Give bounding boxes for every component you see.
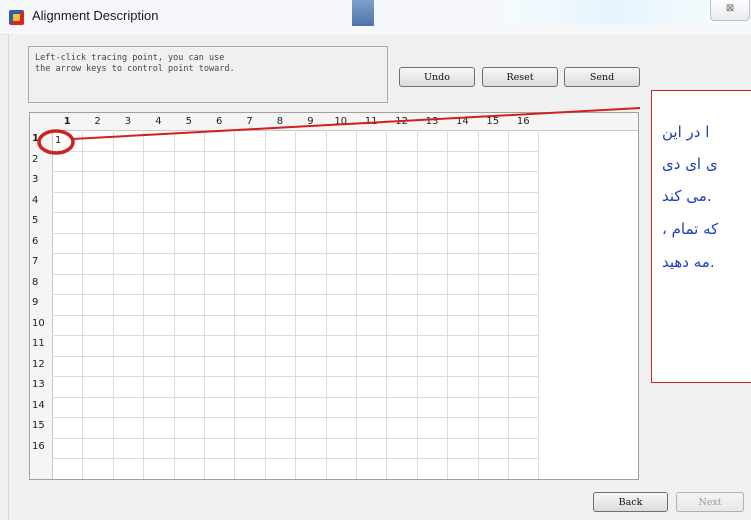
grid-column-line: [416, 130, 418, 479]
grid-column-line: [477, 130, 479, 479]
column-header-cell: 4: [155, 116, 162, 127]
callout-line: می کند.: [662, 187, 712, 205]
row-header-cell: 8: [32, 276, 39, 288]
row-header-cell: 4: [32, 194, 39, 206]
row-header-cell: 16: [32, 440, 45, 452]
column-header-cell: 7: [246, 116, 253, 127]
row-header-cell: 1: [32, 133, 39, 144]
grid-row-line: [52, 417, 539, 418]
grid-row-line: [52, 191, 539, 193]
callout-line: ا در این: [662, 123, 710, 141]
grid-column-line: [325, 130, 327, 479]
grid-column-line: [82, 130, 84, 479]
row-header-cell: 2: [32, 153, 39, 165]
column-header-cell: 2: [94, 116, 101, 127]
title-bar: Alignment Description ⊠: [0, 0, 751, 35]
row-header-cell: 7: [32, 256, 39, 267]
column-header-cell: 3: [124, 116, 132, 127]
instruction-line: the arrow keys to control point toward.: [35, 64, 235, 74]
undo-button[interactable]: Undo: [399, 67, 475, 87]
grid-row-line: [52, 232, 539, 234]
grid-row-line: [52, 314, 539, 316]
row-header-cell: 10: [32, 317, 45, 329]
point-grid[interactable]: 1 2 3 4 5 6 7 8 9 10 11 12 13 14 15 16 1 2 3 4 5 6 7 8 9 10 11 12 1…: [29, 112, 639, 480]
column-header-cell: 9: [307, 116, 314, 127]
callout-line: ی ای دی: [662, 155, 718, 173]
grid-column-line: [264, 130, 266, 479]
annotation-callout: ا در این ی ای دی می کند. ، که تمام مه ده…: [651, 90, 751, 383]
grid-column-line: [447, 130, 449, 479]
column-header-cell: 13: [425, 116, 439, 127]
callout-line: مه دهید.: [662, 253, 715, 271]
grid-column-line: [508, 130, 509, 479]
grid-row-line: [52, 396, 539, 398]
back-button[interactable]: Back: [593, 492, 668, 512]
app-icon: [9, 10, 24, 25]
grid-column-line: [173, 130, 175, 479]
row-header-cell: 13: [32, 379, 45, 390]
send-button[interactable]: Send: [564, 67, 640, 87]
column-header-cell: 8: [276, 116, 284, 127]
grid-column-line: [204, 130, 205, 479]
window-title: Alignment Description: [32, 8, 159, 23]
grid-row-line: [52, 355, 539, 357]
instructions-box: Left-click tracing point, you can use th…: [28, 46, 388, 103]
grid-column-line: [143, 130, 145, 479]
row-header-cell: 9: [32, 297, 39, 308]
row-header-cell: 5: [32, 215, 39, 226]
row-header-cell: 6: [32, 235, 39, 247]
grid-row-line: [52, 150, 539, 152]
column-header-cell: 15: [486, 116, 500, 127]
grid-column-line: [356, 130, 357, 479]
row-header-cell: 15: [32, 420, 45, 431]
grid-row-line: [52, 335, 539, 336]
instruction-line: Left-click tracing point, you can use: [35, 53, 225, 63]
grid-row-line: [52, 171, 539, 172]
cell-value[interactable]: 1: [55, 135, 61, 146]
column-header-cell: 5: [185, 116, 192, 127]
grid-column-line: [234, 130, 236, 479]
grid-row-line: [52, 376, 539, 377]
grid-row-line: [52, 212, 539, 213]
title-bar-highlight: [505, 0, 720, 24]
grid-row-line: [52, 273, 539, 275]
column-header-cell: 12: [395, 116, 408, 127]
grid-column-line: [386, 130, 388, 479]
grid-row-line: [52, 458, 539, 459]
grid-row-line: [52, 437, 539, 439]
column-header-cell: 16: [516, 116, 530, 127]
reset-button[interactable]: Reset: [482, 67, 558, 87]
grid-row-line: [52, 294, 539, 295]
next-button[interactable]: Next: [676, 492, 744, 512]
column-header-cell: 11: [364, 116, 378, 127]
column-header-cell: 6: [216, 116, 223, 127]
column-header: 1 2 3 4 5 6 7 8 9 10 11 12 13 14 15 16: [30, 113, 638, 131]
grid-row-line: [52, 253, 539, 254]
column-header-cell: 1: [63, 116, 71, 127]
title-bar-decoration: [352, 0, 374, 26]
column-header-cell: 10: [334, 116, 348, 127]
grid-column-line: [538, 130, 540, 479]
row-header-cell: 3: [32, 174, 39, 185]
grid-column-line: [112, 130, 114, 479]
row-header: 1 2 3 4 5 6 7 8 9 10 11 12 13 14 15 16: [30, 130, 53, 479]
row-header-cell: 11: [32, 338, 45, 349]
close-button[interactable]: ⊠: [710, 0, 750, 21]
row-header-cell: 14: [32, 399, 45, 411]
column-header-cell: 14: [456, 116, 469, 127]
callout-line: ، که تمام: [662, 220, 719, 238]
row-header-cell: 12: [32, 358, 45, 370]
grid-column-line: [295, 130, 297, 479]
